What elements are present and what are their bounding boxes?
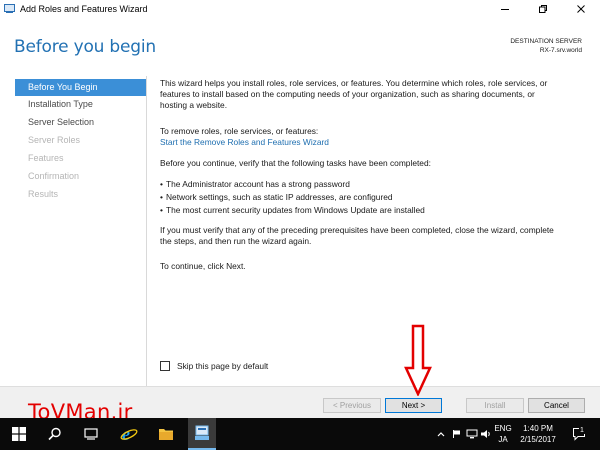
clock[interactable]: 1:40 PM 2/15/2017 <box>514 423 562 445</box>
clock-date: 2/15/2017 <box>520 435 556 444</box>
restore-icon <box>539 4 547 13</box>
wizard-step-nav: Before You Begin Installation Type Serve… <box>0 76 146 386</box>
next-button[interactable]: Next > <box>385 398 442 413</box>
close-button[interactable] <box>562 0 600 17</box>
close-icon <box>577 4 585 13</box>
bullet-item: • The Administrator account has a strong … <box>160 179 350 189</box>
intro-text-line-3: hosting a website. <box>160 100 228 110</box>
notifications-button[interactable]: 1 <box>568 418 590 450</box>
folder-icon <box>159 429 173 440</box>
network-tray-button[interactable] <box>465 418 479 450</box>
clock-time: 1:40 PM <box>523 424 553 433</box>
intro-text-line-2: features to install based on the computi… <box>160 89 535 99</box>
server-manager-taskbar-button[interactable] <box>188 418 216 450</box>
task-view-button[interactable] <box>78 418 104 450</box>
nav-item-features: Features <box>28 153 64 163</box>
skip-page-option[interactable]: Skip this page by default <box>160 361 268 371</box>
nav-item-server-roles: Server Roles <box>28 135 81 145</box>
window-title-bar[interactable]: Add Roles and Features Wizard <box>0 0 600 17</box>
file-explorer-button[interactable] <box>152 418 180 450</box>
task-view-icon <box>84 428 98 440</box>
search-button[interactable] <box>42 418 68 450</box>
search-icon <box>48 427 61 441</box>
verify-tasks-label: Before you continue, verify that the fol… <box>160 158 431 168</box>
minimize-icon <box>501 8 509 10</box>
volume-tray-button[interactable] <box>479 418 493 450</box>
speaker-icon <box>481 430 490 438</box>
server-manager-icon <box>195 425 209 440</box>
intro-text-line-1: This wizard helps you install roles, rol… <box>160 78 548 88</box>
nav-item-server-selection[interactable]: Server Selection <box>0 114 142 131</box>
install-button[interactable]: Install <box>466 398 524 413</box>
language-indicator[interactable]: ENG JA <box>494 423 512 445</box>
internet-explorer-icon: e <box>120 425 138 443</box>
minimize-button[interactable] <box>486 0 524 17</box>
chevron-up-icon <box>437 432 445 437</box>
destination-server-info: DESTINATION SERVER RX-7.srv.world <box>510 37 582 55</box>
nav-item-before-you-begin[interactable]: Before You Begin <box>15 79 146 96</box>
red-arrow-annotation-icon <box>404 324 432 396</box>
prerequisite-text-line-1: If you must verify that any of the prece… <box>160 225 554 235</box>
previous-button[interactable]: < Previous <box>323 398 381 413</box>
continue-instruction: To continue, click Next. <box>160 261 246 271</box>
maximize-button[interactable] <box>524 0 562 17</box>
remove-roles-label: To remove roles, role services, or featu… <box>160 126 319 136</box>
notification-count: 1 <box>579 427 585 434</box>
server-manager-icon <box>4 3 15 14</box>
nav-item-installation-type[interactable]: Installation Type <box>0 96 142 113</box>
prerequisite-text-line-2: the steps, and then run the wizard again… <box>160 236 312 246</box>
flag-icon <box>453 430 460 438</box>
taskbar: e ENG JA 1:40 PM 2/15/2017 1 <box>0 418 600 450</box>
nav-divider <box>146 76 147 386</box>
skip-page-label: Skip this page by default <box>177 361 269 371</box>
bullet-item: • Network settings, such as static IP add… <box>160 192 393 202</box>
remove-roles-link[interactable]: Start the Remove Roles and Features Wiza… <box>160 137 329 147</box>
show-hidden-icons-button[interactable] <box>435 418 447 450</box>
windows-logo-icon <box>12 427 26 441</box>
network-icon <box>466 429 478 439</box>
page-title: Before you begin <box>14 37 156 57</box>
cancel-button[interactable]: Cancel <box>528 398 585 413</box>
action-center-tray-button[interactable] <box>450 418 464 450</box>
destination-server-label: DESTINATION SERVER <box>510 38 582 45</box>
window-title: Add Roles and Features Wizard <box>20 3 148 14</box>
wizard-header: Before you begin DESTINATION SERVER RX-7… <box>0 17 600 73</box>
start-button[interactable] <box>4 418 34 450</box>
nav-item-confirmation: Confirmation <box>28 171 80 181</box>
bullet-item: • The most current security updates from … <box>160 205 425 215</box>
nav-item-results: Results <box>28 189 59 199</box>
internet-explorer-button[interactable]: e <box>115 418 143 450</box>
destination-server-name: RX-7.srv.world <box>539 47 582 54</box>
skip-page-checkbox[interactable] <box>160 361 170 371</box>
